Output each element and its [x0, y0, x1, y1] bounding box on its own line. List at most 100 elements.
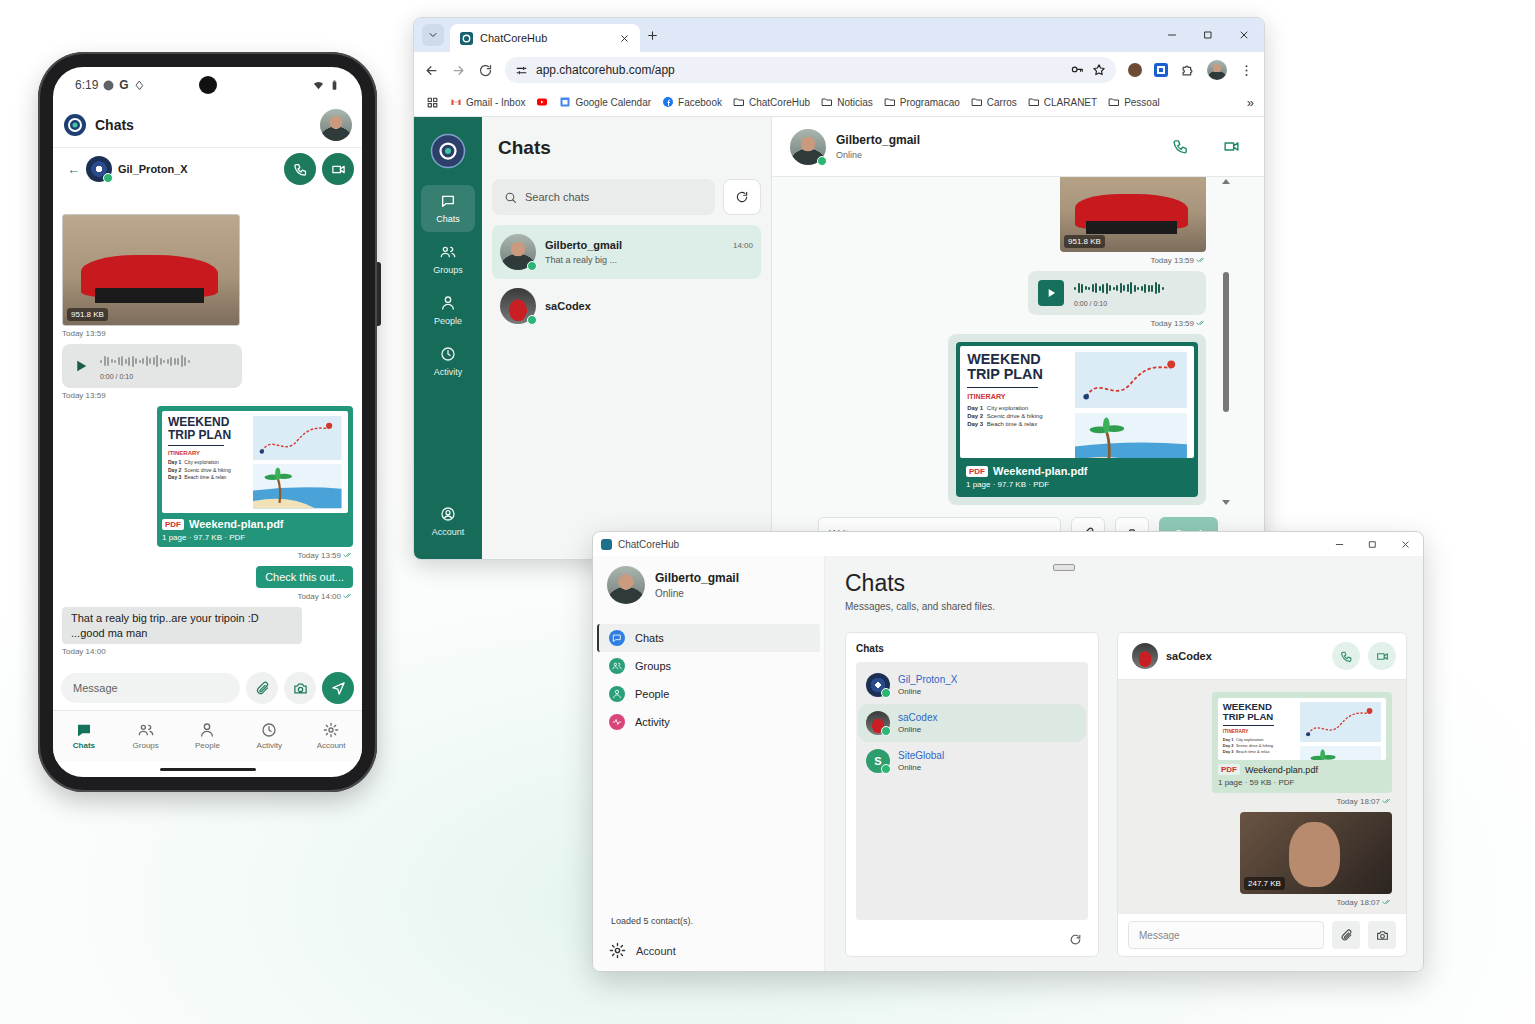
contact-item[interactable]: Gil_Proton_XOnline: [858, 666, 1086, 704]
site-settings-icon[interactable]: [515, 64, 528, 77]
online-dot: [881, 764, 891, 774]
rail-item[interactable]: Activity: [421, 338, 475, 385]
contact-item[interactable]: saCodexOnline: [858, 704, 1086, 742]
sidebar-item[interactable]: Groups: [597, 652, 820, 680]
browser-profile-avatar[interactable]: [1207, 60, 1227, 80]
address-bar[interactable]: app.chatcorehub.com/app: [505, 57, 1116, 83]
reload-icon[interactable]: [478, 63, 493, 78]
read-ticks-icon: [343, 550, 353, 560]
composer: Message: [53, 666, 362, 710]
account-button[interactable]: Account: [597, 942, 820, 959]
nav-item[interactable]: People: [177, 711, 239, 761]
new-tab-icon[interactable]: [646, 29, 659, 42]
chat-item[interactable]: Gilberto_gmail14:00That a realy big ...: [492, 225, 761, 279]
status-note: Loaded 5 contact(s).: [597, 916, 820, 942]
extension-icon[interactable]: [1154, 63, 1168, 77]
send-icon: [331, 681, 346, 696]
rail-item[interactable]: People: [421, 287, 475, 334]
attach-button[interactable]: [1332, 921, 1360, 949]
scrollbar[interactable]: [1222, 179, 1230, 505]
bookmark[interactable]: [536, 96, 548, 108]
nav-item[interactable]: Chats: [53, 711, 115, 761]
play-button[interactable]: [1038, 280, 1064, 306]
camera-button[interactable]: [284, 672, 316, 704]
account-button[interactable]: Account: [421, 498, 475, 545]
close-tab-icon[interactable]: [619, 33, 630, 44]
bookmark[interactable]: Carros: [971, 96, 1017, 108]
pdf-message[interactable]: WEEKENDTRIP PLANITINERARYDay 1City explo…: [157, 406, 353, 547]
rail-item[interactable]: Groups: [421, 236, 475, 283]
menu-dots-icon[interactable]: [1239, 63, 1254, 78]
sidebar-item[interactable]: Chats: [597, 624, 820, 652]
refresh-button[interactable]: [723, 179, 761, 215]
nav-item[interactable]: Groups: [115, 711, 177, 761]
chat-item[interactable]: saCodex: [492, 279, 761, 333]
nav-item[interactable]: Account: [300, 711, 362, 761]
message-input[interactable]: Message: [1128, 921, 1324, 949]
message-input[interactable]: Message: [61, 673, 240, 703]
minimize-icon[interactable]: [1166, 29, 1178, 41]
send-button[interactable]: [322, 672, 354, 704]
video-call-button[interactable]: [1368, 642, 1396, 670]
nav-item[interactable]: Activity: [238, 711, 300, 761]
browser-tab[interactable]: ChatCoreHub: [450, 24, 640, 52]
facebook-icon: [662, 96, 674, 108]
rail-item[interactable]: Chats: [421, 185, 475, 232]
star-icon[interactable]: [1092, 63, 1106, 77]
minimize-icon[interactable]: [1334, 539, 1345, 550]
more-bookmarks[interactable]: »: [1247, 95, 1254, 110]
bookmark[interactable]: Pessoal: [1108, 96, 1160, 108]
maximize-icon[interactable]: [1202, 29, 1214, 41]
maximize-icon[interactable]: [1367, 539, 1378, 550]
contact-avatar[interactable]: [86, 156, 112, 182]
video-icon[interactable]: [1223, 138, 1240, 155]
voice-call-button[interactable]: [1332, 642, 1360, 670]
bookmark[interactable]: Facebook: [662, 96, 722, 108]
bookmark[interactable]: CLARANET: [1028, 96, 1097, 108]
bookmark-label: Carros: [987, 97, 1017, 108]
bookmark[interactable]: Programacao: [884, 96, 960, 108]
drag-handle[interactable]: [1053, 564, 1075, 571]
profile-avatar[interactable]: [320, 109, 352, 141]
side-button[interactable]: [377, 262, 381, 326]
camera-button[interactable]: [1368, 921, 1396, 949]
message-time: Today 18:07: [1336, 897, 1392, 907]
showcase-canvas: 6:19GChats←Gil_Proton_X951.8 KBToday 13:…: [0, 0, 1535, 1024]
close-window-icon[interactable]: [1238, 29, 1250, 41]
back-icon[interactable]: [424, 63, 439, 78]
online-dot: [817, 156, 827, 166]
tab-search-button[interactable]: [422, 24, 444, 46]
forward-icon[interactable]: [451, 63, 466, 78]
apps-grid-icon[interactable]: [426, 96, 439, 109]
voice-call-button[interactable]: [284, 153, 316, 185]
refresh-icon[interactable]: [1069, 933, 1082, 946]
image-message[interactable]: 951.8 KB: [1060, 177, 1206, 252]
puzzle-icon[interactable]: [1180, 63, 1195, 78]
pdf-message[interactable]: WEEKENDTRIP PLANITINERARYDay 1City explo…: [948, 334, 1206, 505]
extension-icon[interactable]: [1128, 63, 1142, 77]
pdf-preview: WEEKENDTRIP PLANITINERARYDay 1City explo…: [960, 346, 1194, 458]
profile[interactable]: Gilberto_gmailOnline: [597, 566, 820, 624]
image-message[interactable]: 951.8 KB: [62, 214, 240, 326]
video-call-button[interactable]: [322, 153, 354, 185]
pdf-message[interactable]: WEEKENDTRIP PLANITINERARYDay 1City explo…: [1212, 692, 1392, 793]
contact-item[interactable]: SSiteGlobalOnline: [858, 742, 1086, 780]
back-button[interactable]: ←: [67, 162, 80, 177]
play-icon[interactable]: [72, 357, 90, 375]
front-camera: [199, 76, 217, 94]
image-message[interactable]: 247.7 KB: [1240, 812, 1392, 894]
bookmark[interactable]: Noticias: [821, 96, 873, 108]
search-field[interactable]: Search chats: [492, 179, 715, 215]
sidebar-item[interactable]: People: [597, 680, 820, 708]
youtube-icon: [536, 96, 548, 108]
play-icon: [1044, 286, 1058, 300]
bookmark[interactable]: Google Calendar: [559, 96, 651, 108]
close-window-icon[interactable]: [1400, 539, 1411, 550]
pdf-day: Day 3Beach time & relax: [967, 421, 1069, 427]
bookmark[interactable]: Gmail - Inbox: [450, 96, 525, 108]
key-icon[interactable]: [1070, 63, 1084, 77]
sidebar-item[interactable]: Activity: [597, 708, 820, 736]
bookmark[interactable]: ChatCoreHub: [733, 96, 810, 108]
attach-button[interactable]: [246, 672, 278, 704]
phone-icon[interactable]: [1172, 138, 1189, 155]
